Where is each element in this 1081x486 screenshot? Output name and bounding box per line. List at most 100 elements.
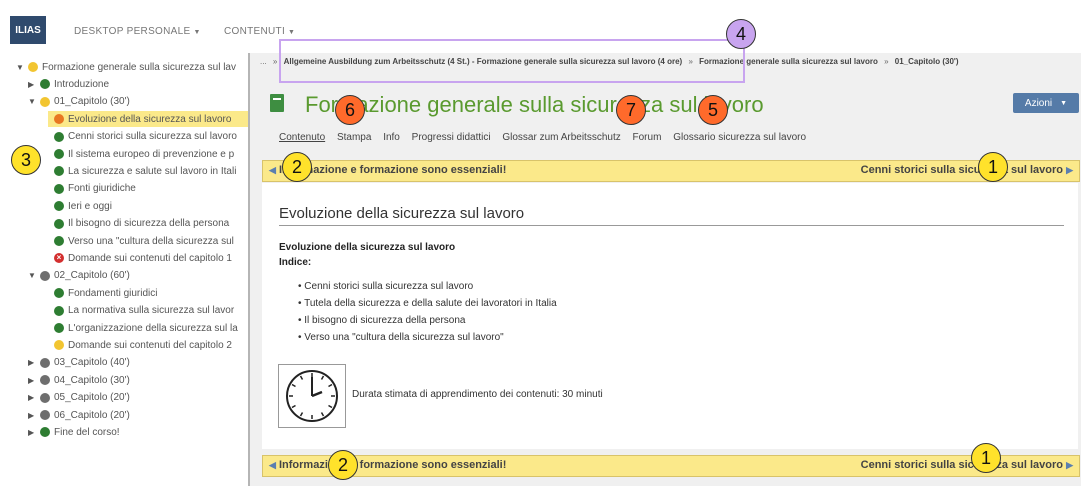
tree-item-label: 04_Capitolo (30') bbox=[54, 374, 130, 386]
tree-item[interactable]: ▶ 03_Capitolo (40') bbox=[28, 355, 130, 371]
duration-text: Durata stimata di apprendimento dei cont… bbox=[352, 389, 603, 400]
callout-7: 7 bbox=[616, 95, 646, 125]
nav-contenuti-label: CONTENUTI bbox=[224, 26, 286, 37]
expand-right-icon[interactable]: ▶ bbox=[28, 411, 38, 420]
nav-contenuti[interactable]: CONTENUTI ▼ bbox=[224, 26, 295, 37]
expand-right-icon[interactable]: ▶ bbox=[28, 358, 38, 367]
tab-glossario[interactable]: Glossario sicurezza sul lavoro bbox=[673, 132, 806, 143]
tab-progressi[interactable]: Progressi didattici bbox=[412, 132, 491, 143]
tree-item[interactable]: ▶ 05_Capitolo (20') bbox=[28, 390, 130, 406]
tree-item[interactable]: Evoluzione della sicurezza sul lavoro bbox=[48, 111, 248, 128]
tree-item[interactable]: La sicurezza e salute sul lavoro in Ital… bbox=[52, 163, 236, 179]
tab-contenuto[interactable]: Contenuto bbox=[279, 132, 325, 143]
tree-item-label: Fine del corso! bbox=[54, 426, 120, 438]
tree-item-label: 06_Capitolo (20') bbox=[54, 409, 130, 421]
status-dot-icon bbox=[40, 96, 50, 107]
breadcrumb-item-chapter[interactable]: 01_Capitolo (30') bbox=[895, 57, 959, 66]
callout-1: 1 bbox=[978, 152, 1008, 182]
prev-page-label: Informazione e formazione sono essenzial… bbox=[278, 459, 507, 471]
tree-item[interactable]: Fonti giuridiche bbox=[52, 181, 136, 197]
tree-item[interactable]: L'organizzazione della sicurezza sul la bbox=[52, 320, 238, 336]
tree-item[interactable]: ▼ 02_Capitolo (60') bbox=[28, 268, 130, 284]
tree-item[interactable]: ▼ Formazione generale sulla sicurezza sul… bbox=[16, 59, 236, 75]
status-dot-icon bbox=[40, 79, 50, 90]
next-page-link[interactable]: Cenni storici sulla sicurezza sul lavoro… bbox=[861, 164, 1073, 176]
status-dot-icon: × bbox=[54, 253, 64, 264]
breadcrumb-separator: » bbox=[884, 57, 889, 66]
arrow-left-icon: ◀ bbox=[269, 165, 276, 175]
status-dot-icon bbox=[54, 183, 64, 194]
tree-item[interactable]: Il bisogno di sicurezza della persona bbox=[52, 216, 229, 232]
expand-right-icon[interactable]: ▶ bbox=[28, 80, 38, 89]
expand-right-icon[interactable]: ▶ bbox=[28, 376, 38, 385]
tab-info[interactable]: Info bbox=[383, 132, 400, 143]
list-item-text: Verso una "cultura della sicurezza sul l… bbox=[304, 332, 504, 343]
list-item: • Cenni storici sulla sicurezza sul lavo… bbox=[298, 281, 474, 292]
page-nav-top: ◀ Informazione e formazione sono essenzi… bbox=[262, 160, 1080, 182]
tree-item-label: Ieri e oggi bbox=[68, 200, 112, 212]
nav-desktop-personale[interactable]: DESKTOP PERSONALE ▼ bbox=[74, 26, 201, 37]
tree-item-label: Fonti giuridiche bbox=[68, 183, 136, 195]
expand-right-icon[interactable]: ▶ bbox=[28, 428, 38, 437]
list-item-text: Tutela della sicurezza e della salute de… bbox=[304, 298, 557, 309]
chevron-down-icon: ▼ bbox=[1060, 99, 1068, 107]
arrow-right-icon: ▶ bbox=[1066, 165, 1073, 175]
tree-item-label: La sicurezza e salute sul lavoro in Ital… bbox=[68, 165, 237, 177]
tree-item[interactable]: Il sistema europeo di prevenzione e p bbox=[52, 146, 234, 162]
callout-2: 2 bbox=[282, 152, 312, 182]
status-dot-icon bbox=[54, 340, 64, 351]
tree-item[interactable]: ▶ 06_Capitolo (20') bbox=[28, 407, 130, 423]
tree-item[interactable]: Cenni storici sulla sicurezza sul lavoro bbox=[52, 129, 237, 145]
chevron-down-icon: ▼ bbox=[288, 29, 296, 36]
tab-glossar[interactable]: Glossar zum Arbeitsschutz bbox=[502, 132, 620, 143]
tree-item[interactable]: Verso una "cultura della sicurezza sul bbox=[52, 233, 234, 249]
breadcrumb-separator: » bbox=[272, 57, 278, 66]
chevron-down-icon: ▼ bbox=[193, 29, 201, 36]
tab-forum[interactable]: Forum bbox=[633, 132, 662, 143]
callout-4: 4 bbox=[726, 19, 756, 49]
tree-item-label: Verso una "cultura della sicurezza sul bbox=[68, 235, 234, 247]
actions-button[interactable]: Azioni ▼ bbox=[1013, 93, 1079, 113]
list-item-text: Cenni storici sulla sicurezza sul lavoro bbox=[304, 281, 474, 292]
next-page-link[interactable]: Cenni storici sulla sicurezza sul lavoro… bbox=[861, 459, 1073, 471]
tree-item[interactable]: ▼ 01_Capitolo (30') bbox=[28, 94, 130, 110]
actions-label: Azioni bbox=[1024, 97, 1053, 109]
breadcrumb-ellipsis[interactable]: ... bbox=[260, 57, 267, 66]
tree-item[interactable]: Domande sui contenuti del capitolo 2 bbox=[52, 337, 232, 353]
expand-down-icon[interactable]: ▼ bbox=[28, 97, 38, 106]
callout-3: 3 bbox=[11, 145, 41, 175]
index-label: Indice: bbox=[279, 257, 312, 268]
callout-6: 6 bbox=[335, 95, 365, 125]
next-page-label: Cenni storici sulla sicurezza sul lavoro bbox=[860, 164, 1064, 176]
tab-stampa[interactable]: Stampa bbox=[337, 132, 371, 143]
index-list: • Cenni storici sulla sicurezza sul lavo… bbox=[298, 281, 557, 349]
expand-down-icon[interactable]: ▼ bbox=[16, 63, 26, 72]
status-dot-icon bbox=[54, 201, 64, 212]
status-dot-icon bbox=[54, 166, 64, 177]
tree-item[interactable]: ▶ 04_Capitolo (30') bbox=[28, 372, 130, 388]
heading-divider bbox=[279, 225, 1064, 226]
tree-item[interactable]: ▶ Introduzione bbox=[28, 76, 109, 92]
list-item: • Il bisogno di sicurezza della persona bbox=[298, 315, 466, 326]
list-item: • Tutela della sicurezza e della salute … bbox=[298, 298, 557, 309]
tree-item[interactable]: Ieri e oggi bbox=[52, 198, 112, 214]
tree-item-label: Evoluzione della sicurezza sul lavoro bbox=[68, 113, 232, 125]
status-dot-icon bbox=[40, 427, 50, 438]
breadcrumb-highlight-box bbox=[279, 39, 745, 83]
tree-item[interactable]: La normativa sulla sicurezza sul lavor bbox=[52, 303, 234, 319]
tree-item[interactable]: × Domande sui contenuti del capitolo 1 bbox=[52, 250, 232, 266]
tree-item[interactable]: ▶ Fine del corso! bbox=[28, 424, 120, 440]
tree-item-label: 02_Capitolo (60') bbox=[54, 270, 130, 282]
status-dot-icon bbox=[54, 288, 64, 299]
callout-5: 5 bbox=[698, 95, 728, 125]
clock-icon bbox=[278, 364, 346, 428]
prev-page-label: Informazione e formazione sono essenzial… bbox=[278, 164, 507, 176]
expand-down-icon[interactable]: ▼ bbox=[28, 271, 38, 280]
prev-page-link[interactable]: ◀ Informazione e formazione sono essenzi… bbox=[269, 459, 506, 471]
status-dot-icon bbox=[40, 357, 50, 368]
expand-right-icon[interactable]: ▶ bbox=[28, 393, 38, 402]
list-item-text: Il bisogno di sicurezza della persona bbox=[304, 315, 466, 326]
tree-item-label: 05_Capitolo (20') bbox=[54, 392, 130, 404]
ilias-logo[interactable]: ILIAS bbox=[10, 16, 46, 44]
tree-item[interactable]: Fondamenti giuridici bbox=[52, 285, 158, 301]
